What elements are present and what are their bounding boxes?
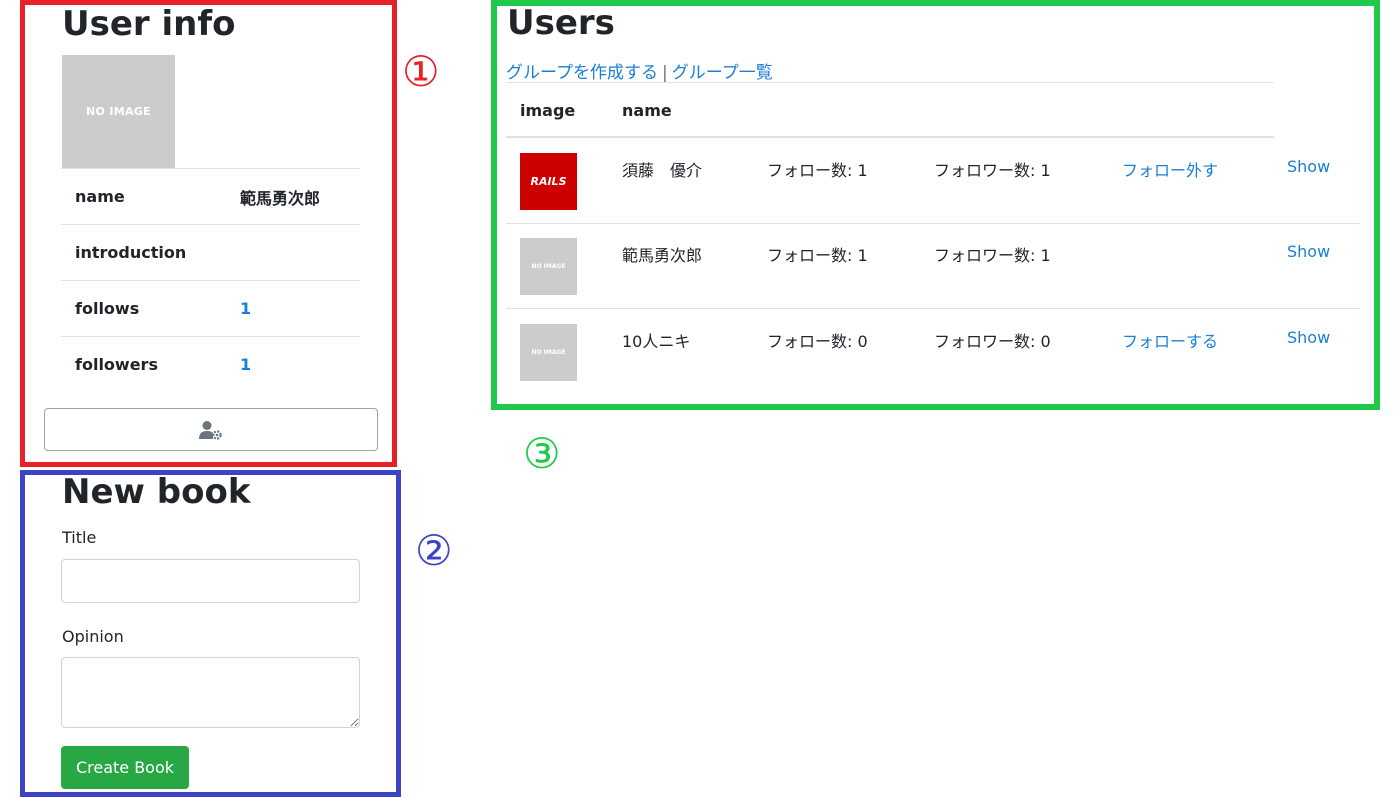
info-label: followers bbox=[61, 336, 226, 392]
info-value-name: 範馬勇次郎 bbox=[226, 168, 360, 225]
group-links: グループを作成する | グループ一覧 bbox=[506, 58, 773, 83]
user-row: RAILS 須藤 優介 フォロー数: 1 フォロワー数: 1 フォロー外す Sh… bbox=[506, 139, 1360, 224]
info-label: name bbox=[61, 168, 226, 225]
unfollow-link[interactable]: フォロー外す bbox=[1122, 157, 1218, 181]
link-separator: | bbox=[661, 63, 668, 83]
user-info-title: User info bbox=[62, 4, 236, 44]
follow-count: フォロー数: 1 bbox=[767, 246, 868, 265]
column-header-image: image bbox=[520, 101, 576, 120]
book-opinion-textarea[interactable] bbox=[61, 657, 360, 728]
profile-image: NO IMAGE bbox=[62, 55, 175, 168]
column-header-name: name bbox=[622, 101, 672, 120]
create-group-link[interactable]: グループを作成する bbox=[506, 63, 658, 83]
user-row: NO IMAGE 10人ニキ フォロー数: 0 フォロワー数: 0 フォローする… bbox=[506, 310, 1360, 395]
create-book-button[interactable]: Create Book bbox=[61, 746, 189, 789]
title-label: Title bbox=[62, 528, 97, 547]
rails-avatar: RAILS bbox=[520, 153, 577, 210]
user-cog-icon bbox=[199, 420, 222, 440]
book-title-input[interactable] bbox=[61, 559, 360, 603]
info-row-introduction: introduction bbox=[61, 224, 360, 281]
users-title: Users bbox=[507, 3, 615, 43]
annotation-marker-3: ③ bbox=[523, 429, 561, 478]
users-table-header: image name bbox=[506, 83, 1274, 138]
followers-count-link[interactable]: 1 bbox=[240, 355, 251, 374]
info-label: follows bbox=[61, 280, 226, 337]
user-name: 10人ニキ bbox=[622, 332, 691, 351]
follower-count: フォロワー数: 0 bbox=[934, 332, 1051, 351]
group-list-link[interactable]: グループ一覧 bbox=[672, 63, 773, 83]
info-row-name: name 範馬勇次郎 bbox=[61, 168, 360, 225]
user-name: 範馬勇次郎 bbox=[622, 246, 703, 265]
follower-count: フォロワー数: 1 bbox=[934, 161, 1051, 180]
edit-profile-button[interactable] bbox=[44, 408, 378, 451]
info-label: introduction bbox=[61, 224, 226, 281]
opinion-label: Opinion bbox=[62, 627, 124, 646]
page: ① ② ③ User info NO IMAGE name 範馬勇次郎 intr… bbox=[0, 0, 1400, 798]
follow-link[interactable]: フォローする bbox=[1122, 328, 1218, 352]
info-row-follows: follows 1 bbox=[61, 280, 360, 337]
follow-count: フォロー数: 1 bbox=[767, 161, 868, 180]
follow-count: フォロー数: 0 bbox=[767, 332, 868, 351]
follower-count: フォロワー数: 1 bbox=[934, 246, 1051, 265]
user-name: 須藤 優介 bbox=[622, 161, 703, 180]
annotation-marker-1: ① bbox=[402, 47, 440, 96]
info-row-followers: followers 1 bbox=[61, 336, 360, 392]
info-value-introduction bbox=[226, 224, 360, 281]
user-row: NO IMAGE 範馬勇次郎 フォロー数: 1 フォロワー数: 1 Show bbox=[506, 224, 1360, 309]
new-book-title: New book bbox=[62, 472, 251, 512]
annotation-marker-2: ② bbox=[415, 526, 453, 575]
show-user-link[interactable]: Show bbox=[1287, 328, 1330, 347]
no-image-avatar: NO IMAGE bbox=[520, 324, 577, 381]
show-user-link[interactable]: Show bbox=[1287, 242, 1330, 261]
user-info-table: name 範馬勇次郎 introduction follows 1 follow… bbox=[61, 168, 360, 392]
profile-image-text: NO IMAGE bbox=[86, 105, 151, 118]
show-user-link[interactable]: Show bbox=[1287, 157, 1330, 176]
follows-count-link[interactable]: 1 bbox=[240, 299, 251, 318]
no-image-avatar: NO IMAGE bbox=[520, 238, 577, 295]
